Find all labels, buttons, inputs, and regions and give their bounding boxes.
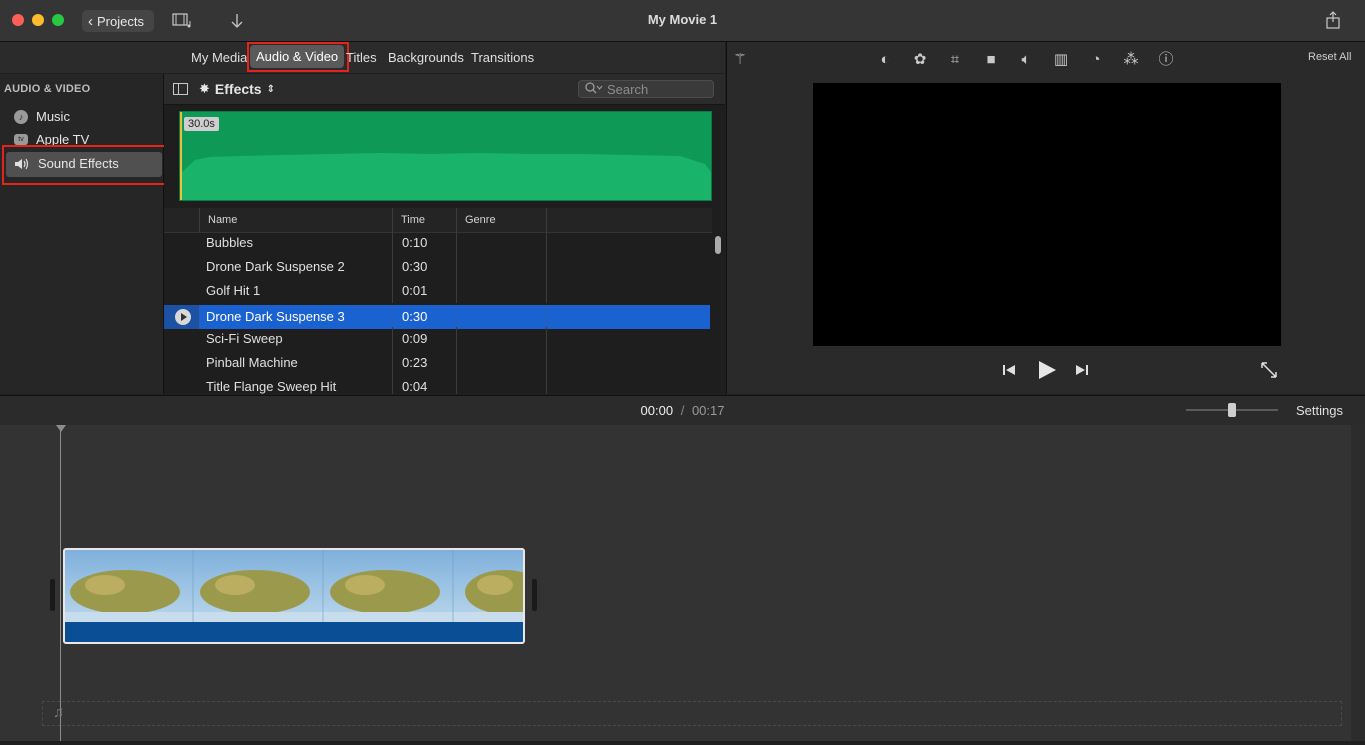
timeline-scrollbar[interactable] [1351, 425, 1365, 741]
table-row-selected[interactable]: Drone Dark Suspense 3 0:30 [164, 305, 710, 329]
table-row[interactable]: Pinball Machine 0:23 [164, 351, 710, 375]
viewer-pane: ⚚ ◐ ✿ ⌗ ■ 🔈︎ ▥ ◔ ⁂ ⓘ Reset All [726, 42, 1365, 394]
waveform-playhead [180, 112, 182, 200]
browser-tab-bar: My Media Audio & Video Titles Background… [0, 42, 725, 73]
browser-toolbar: ✸ Effects ⇕ Search [164, 74, 725, 105]
clip-thumbnails [65, 550, 523, 622]
volume-icon[interactable]: 🔈︎ [1017, 51, 1035, 69]
list-scrollbar[interactable] [715, 236, 721, 254]
row-time: 0:23 [402, 355, 428, 370]
sidebar-toggle-icon[interactable] [173, 83, 188, 95]
table-row[interactable]: Drone Dark Suspense 2 0:30 [164, 255, 710, 279]
row-time: 0:30 [402, 259, 428, 274]
up-down-chevron-icon: ⇕ [266, 83, 275, 95]
music-track-area[interactable]: ♫ [42, 701, 1342, 726]
speed-icon[interactable]: ◔ [1087, 51, 1105, 69]
starburst-icon: ✸ [199, 81, 210, 96]
stabilization-camera-icon[interactable]: ■ [982, 51, 1000, 69]
video-clip[interactable] [63, 548, 525, 644]
tab-transitions[interactable]: Transitions [471, 50, 534, 65]
table-row[interactable]: Golf Hit 1 0:01 [164, 279, 710, 303]
column-time[interactable]: Time [401, 214, 425, 226]
color-balance-icon[interactable]: ◐ [876, 51, 894, 69]
row-name: Pinball Machine [206, 355, 298, 370]
row-name: Bubbles [206, 235, 253, 250]
table-row[interactable]: Bubbles 0:10 [164, 231, 710, 255]
column-genre[interactable]: Genre [465, 214, 496, 226]
tab-backgrounds[interactable]: Backgrounds [388, 50, 464, 65]
search-icon [585, 81, 603, 97]
reset-all-button[interactable]: Reset All [1308, 51, 1351, 63]
row-time: 0:10 [402, 235, 428, 250]
filter-icon[interactable]: ⁂ [1122, 51, 1140, 69]
skip-forward-icon[interactable] [1074, 362, 1090, 378]
column-name[interactable]: Name [208, 214, 237, 226]
table-row[interactable]: Title Flange Sweep Hit 0:04 [164, 375, 710, 394]
audio-waveform-preview[interactable]: 30.0s [179, 111, 712, 201]
row-time: 0:30 [402, 309, 428, 324]
title-bar: ‹ Projects My Movie 1 [0, 0, 1365, 42]
fullscreen-icon[interactable] [1259, 360, 1279, 380]
share-icon[interactable] [1325, 11, 1341, 29]
zoom-slider-thumb[interactable] [1228, 403, 1236, 417]
time-separator: / [680, 403, 685, 418]
row-name: Golf Hit 1 [206, 283, 261, 298]
window-title: My Movie 1 [647, 12, 718, 27]
sound-list-header: Name Time Genre [164, 208, 712, 233]
row-name: Drone Dark Suspense 2 [206, 259, 345, 274]
crop-icon[interactable]: ⌗ [946, 51, 964, 69]
row-time: 0:01 [402, 283, 428, 298]
info-icon[interactable]: ⓘ [1157, 51, 1175, 69]
color-palette-icon[interactable]: ✿ [911, 51, 929, 69]
current-time: 00:00 [640, 403, 674, 418]
library-sidebar: AUDIO & VIDEO ♪ Music tv Apple TV Sound … [0, 74, 168, 394]
clip-audio-track [65, 622, 523, 642]
table-row[interactable]: Sci-Fi Sweep 0:09 [164, 327, 710, 351]
music-note-icon: ♫ [53, 704, 65, 721]
row-name: Drone Dark Suspense 3 [206, 309, 345, 324]
row-time: 0:09 [402, 331, 428, 346]
search-field[interactable]: Search [578, 80, 714, 98]
skip-back-icon[interactable] [1001, 362, 1017, 378]
effects-category-dropdown[interactable]: ✸ Effects ⇕ [199, 81, 275, 97]
row-name: Sci-Fi Sweep [206, 331, 283, 346]
waveform-graphic [180, 153, 711, 200]
timeline-settings-button[interactable]: Settings [1296, 403, 1343, 418]
zoom-slider-track[interactable] [1186, 403, 1278, 417]
clip-trim-handle-left[interactable] [50, 579, 55, 611]
sidebar-item-music[interactable]: ♪ Music [14, 109, 70, 124]
total-time: 00:17 [691, 403, 725, 418]
timecode: 00:00 / 00:17 [0, 403, 1365, 418]
equalizer-icon[interactable]: ▥ [1052, 51, 1070, 69]
play-preview-icon[interactable] [175, 309, 191, 325]
search-placeholder: Search [607, 81, 649, 97]
row-name: Title Flange Sweep Hit [206, 379, 337, 394]
sound-effects-browser: ✸ Effects ⇕ Search 30.0s Name Time Genre… [164, 74, 725, 394]
apple-tv-icon: tv [14, 134, 28, 145]
magic-wand-icon[interactable]: ⚚ [731, 51, 749, 69]
tab-my-media[interactable]: My Media [191, 50, 247, 65]
category-label: Effects [214, 81, 262, 97]
timeline-area[interactable]: ♫ [0, 425, 1351, 741]
timeline-playhead[interactable] [56, 425, 66, 741]
music-note-icon: ♪ [14, 109, 28, 124]
sidebar-item-label: Music [36, 109, 70, 124]
highlight-box-audio-video [247, 42, 349, 72]
play-icon[interactable] [1036, 359, 1058, 381]
timeline-header: 00:00 / 00:17 Settings [0, 395, 1365, 426]
row-time: 0:04 [402, 379, 428, 394]
highlight-box-sound-effects [2, 145, 168, 185]
video-preview[interactable] [813, 83, 1281, 346]
sidebar-heading: AUDIO & VIDEO [4, 83, 91, 95]
preview-duration-badge: 30.0s [184, 117, 219, 131]
tab-titles[interactable]: Titles [346, 50, 377, 65]
clip-trim-handle-right[interactable] [532, 579, 537, 611]
